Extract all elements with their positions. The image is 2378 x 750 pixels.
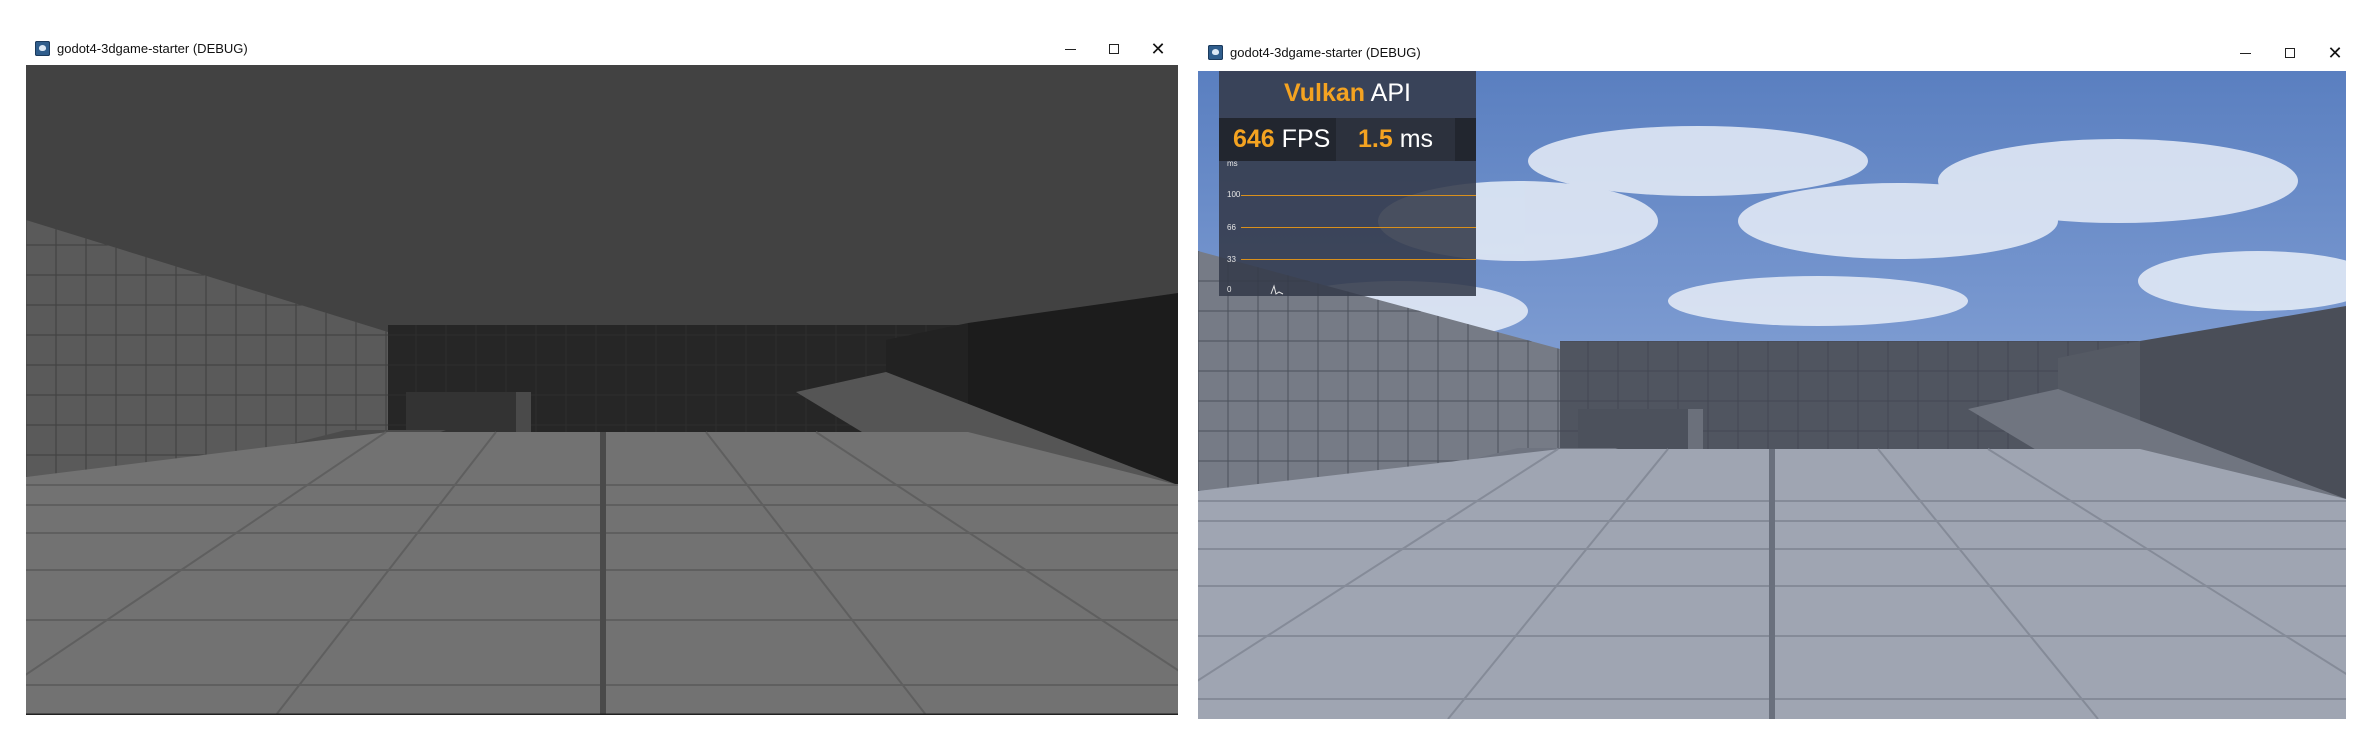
game-viewport[interactable] bbox=[26, 65, 1178, 715]
scene-render bbox=[26, 65, 1178, 715]
graph-plot bbox=[1270, 284, 1284, 295]
fps-counter: 646 FPS bbox=[1219, 118, 1336, 161]
api-suffix: API bbox=[1370, 79, 1411, 107]
ms-unit: ms bbox=[1399, 125, 1434, 153]
api-name: Vulkan bbox=[1284, 79, 1366, 107]
frametime-graph: ms 100 66 33 0 bbox=[1219, 159, 1476, 296]
title-bar[interactable]: godot4-3dgame-starter (DEBUG) ✕ bbox=[25, 29, 1180, 69]
fps-unit: FPS bbox=[1281, 125, 1331, 153]
ms-value: 1.5 bbox=[1358, 125, 1393, 153]
close-icon: ✕ bbox=[2327, 43, 2343, 63]
game-viewport[interactable]: Vulkan API 646 FPS 1.5 ms ms 100 66 33 0 bbox=[1198, 71, 2346, 719]
close-button[interactable]: ✕ bbox=[2320, 41, 2350, 65]
close-icon: ✕ bbox=[1150, 39, 1166, 59]
frametime-counter: 1.5 ms bbox=[1336, 118, 1455, 161]
performance-overlay: Vulkan API 646 FPS 1.5 ms ms 100 66 33 0 bbox=[1219, 71, 1476, 296]
window-title: godot4-3dgame-starter (DEBUG) bbox=[57, 41, 248, 56]
minimize-button[interactable] bbox=[1055, 37, 1085, 61]
stats-row-tail bbox=[1455, 118, 1476, 161]
godot-app-icon bbox=[35, 41, 50, 56]
game-window-left: godot4-3dgame-starter (DEBUG) ✕ bbox=[25, 29, 1180, 719]
minimize-icon bbox=[1064, 48, 1076, 50]
window-title: godot4-3dgame-starter (DEBUG) bbox=[1230, 45, 1421, 60]
maximize-icon bbox=[1109, 44, 1119, 54]
close-button[interactable]: ✕ bbox=[1143, 37, 1173, 61]
stats-row: 646 FPS 1.5 ms bbox=[1219, 118, 1476, 161]
maximize-button[interactable] bbox=[2275, 41, 2305, 65]
graphics-api-label: Vulkan API bbox=[1219, 79, 1476, 108]
fps-value: 646 bbox=[1233, 125, 1275, 153]
game-window-right: godot4-3dgame-starter (DEBUG) ✕ Vulkan A… bbox=[1198, 33, 2353, 723]
minimize-button[interactable] bbox=[2230, 41, 2260, 65]
minimize-icon bbox=[2239, 52, 2251, 54]
maximize-icon bbox=[2285, 48, 2295, 58]
maximize-button[interactable] bbox=[1099, 37, 1129, 61]
title-bar[interactable]: godot4-3dgame-starter (DEBUG) ✕ bbox=[1198, 33, 2353, 73]
godot-app-icon bbox=[1208, 45, 1223, 60]
